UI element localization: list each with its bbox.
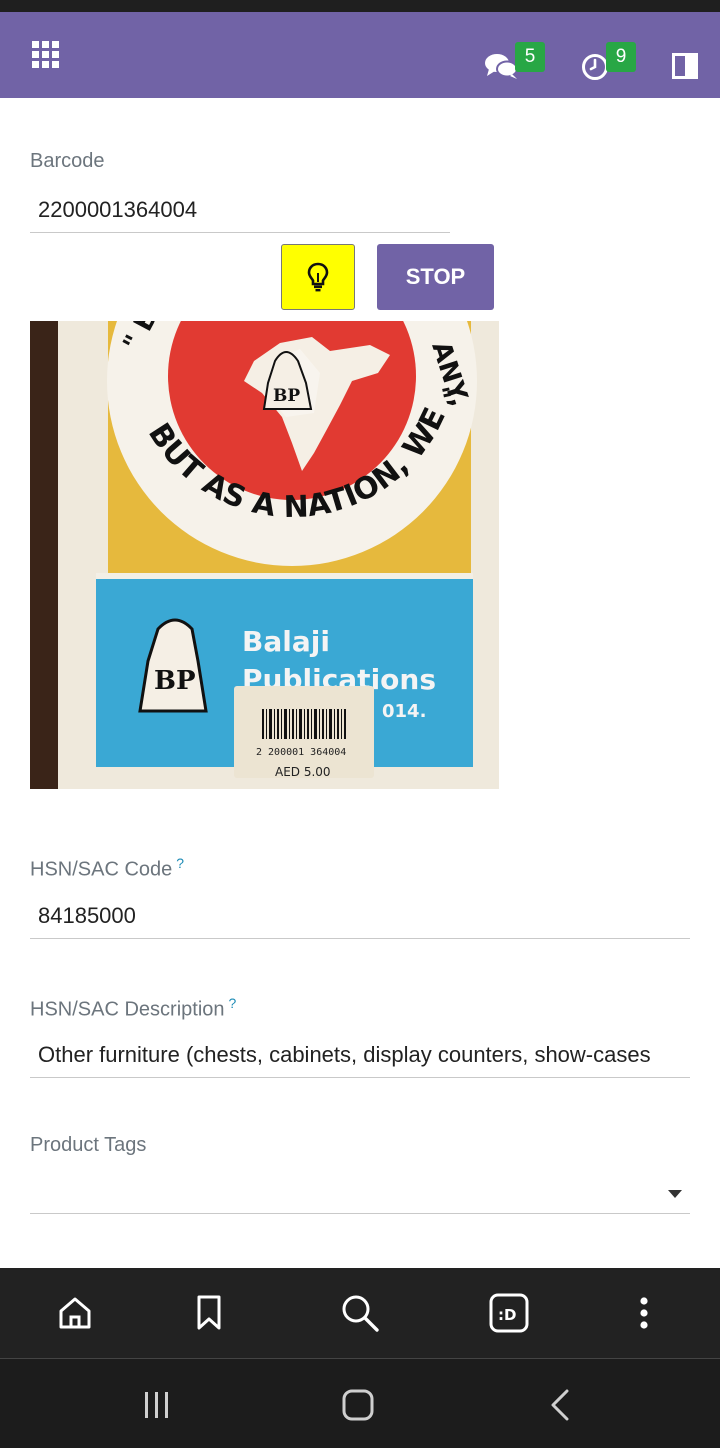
browser-bottom-bar: :D (0, 1268, 720, 1358)
hsn-code-label: HSN/SAC Code? (30, 855, 185, 881)
barcode-input[interactable]: 2200001364004 (30, 188, 450, 233)
sticker-price: AED 5.00 (275, 765, 331, 779)
book-year: 014. (382, 701, 426, 722)
lightbulb-icon (307, 262, 329, 292)
side-panel-toggle-icon[interactable] (672, 53, 698, 79)
hsn-code-input[interactable]: 84185000 (30, 893, 690, 939)
svg-text::D: :D (498, 1306, 516, 1324)
system-home-icon[interactable] (333, 1383, 383, 1427)
product-tags-label: Product Tags (30, 1134, 147, 1156)
book-cover-image: BUT AS A NATION, WE ARE ONE. " BY ANY, "… (30, 321, 499, 789)
hsn-description-help-icon[interactable]: ? (229, 995, 237, 1011)
bookmark-icon[interactable] (187, 1288, 231, 1338)
messages-count-badge: 5 (515, 42, 545, 72)
messages-button[interactable]: 5 (482, 40, 546, 84)
browser-home-icon[interactable] (53, 1288, 97, 1338)
tab-switcher-icon[interactable]: :D (487, 1288, 531, 1338)
chevron-down-icon (668, 1190, 682, 1198)
hsn-description-label: HSN/SAC Description? (30, 995, 237, 1021)
price-sticker: 2 200001 364004 AED 5.00 (234, 686, 374, 779)
stop-scan-button[interactable]: STOP (377, 244, 494, 310)
hsn-code-help-icon[interactable]: ? (176, 855, 184, 871)
top-navbar: 5 9 (0, 12, 720, 98)
search-icon[interactable] (338, 1288, 382, 1338)
overflow-menu-icon[interactable] (622, 1288, 666, 1338)
system-navigation-bar (0, 1358, 720, 1448)
svg-text:BP: BP (154, 666, 196, 696)
product-tags-select[interactable] (30, 1172, 690, 1214)
flashlight-button[interactable] (281, 244, 355, 310)
sticker-barcode-number: 2 200001 364004 (256, 747, 346, 758)
barcode-label: Barcode (30, 150, 105, 172)
svg-text:BP: BP (273, 386, 300, 406)
camera-preview: BUT AS A NATION, WE ARE ONE. " BY ANY, "… (30, 321, 499, 789)
apps-menu-icon[interactable] (32, 41, 60, 69)
recents-icon[interactable] (132, 1383, 182, 1427)
hsn-description-input[interactable]: Other furniture (chests, cabinets, displ… (30, 1032, 690, 1078)
back-icon[interactable] (535, 1383, 585, 1427)
activities-count-badge: 9 (606, 42, 636, 72)
activities-button[interactable]: 9 (578, 40, 638, 84)
status-bar (0, 0, 720, 12)
book-publisher-line1: Balaji (242, 625, 330, 658)
